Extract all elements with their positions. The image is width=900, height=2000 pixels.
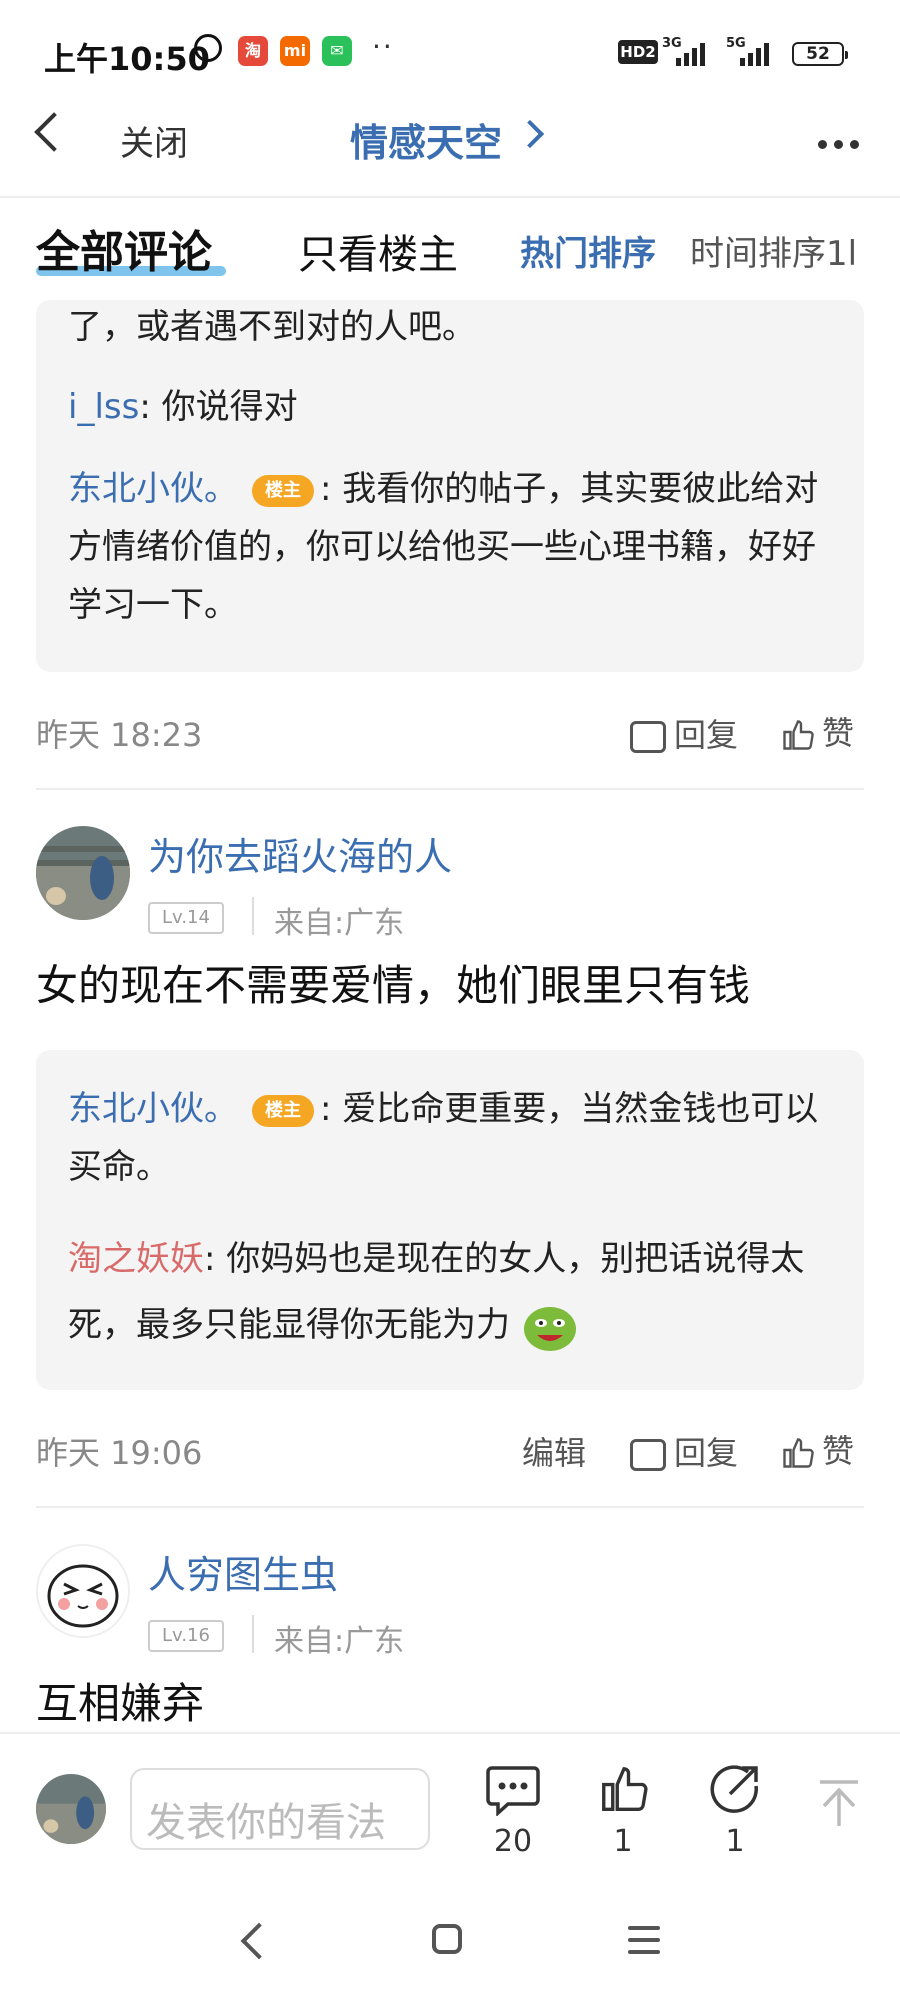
thumbs-up-icon: [783, 1438, 814, 1468]
chevron-right-icon: [515, 119, 545, 149]
back-icon[interactable]: [34, 112, 74, 152]
avatar-image: [38, 1546, 128, 1636]
level-badge: Lv.14: [148, 902, 224, 934]
avatar[interactable]: [36, 1544, 130, 1638]
more-options-icon[interactable]: [818, 134, 866, 153]
status-bar: 上午10:50 淘 mi ✉ ·· HD2 3G 5G 52: [0, 0, 900, 100]
system-home-icon[interactable]: [432, 1924, 462, 1954]
hd-voice-icon: HD2: [618, 40, 658, 64]
reply-item[interactable]: 东北小伙。 楼主: 我看你的帖子，其实要彼此给对方情绪价值的，你可以给他买一些心理…: [68, 460, 838, 634]
reply-item[interactable]: 淘之妖妖: 你妈妈也是现在的女人，别把话说得太死，最多只能显得你无能为力: [68, 1226, 848, 1358]
reply-box: 东北小伙。 楼主: 爱比命更重要，当然金钱也可以买命。 淘之妖妖: 你妈妈也是现在…: [36, 1050, 864, 1390]
close-button[interactable]: 关闭: [120, 116, 188, 165]
separator: [252, 1615, 254, 1653]
status-time: 上午10:50: [44, 40, 210, 78]
thumbs-up-icon: [783, 720, 814, 750]
comment-timestamp: 昨天 19:06: [36, 1434, 203, 1472]
reply-icon: [630, 1439, 666, 1471]
separator: [252, 897, 254, 935]
comment-icon[interactable]: [486, 1764, 540, 1816]
tab-all-comments[interactable]: 全部评论: [36, 216, 212, 280]
comment-count: 20: [493, 1824, 533, 1859]
comment-username[interactable]: 人穷图生虫: [148, 1544, 338, 1599]
comment-timestamp: 昨天 18:23: [36, 716, 203, 754]
like-button[interactable]: 赞: [780, 1426, 854, 1472]
location-label: 来自:广东: [274, 1624, 405, 1659]
like-count: 1: [613, 1824, 633, 1859]
reply-username[interactable]: 淘之妖妖: [68, 1239, 204, 1279]
back-to-top-icon[interactable]: [816, 1778, 862, 1828]
alarm-icon: [194, 34, 222, 62]
reply-username[interactable]: 东北小伙。: [68, 469, 238, 509]
reply-text: : 你说得对: [139, 387, 298, 427]
edit-button[interactable]: 编辑: [522, 1428, 586, 1474]
comment-text: 女的现在不需要爱情，她们眼里只有钱: [36, 961, 751, 1010]
xiaomi-app-icon: mi: [280, 36, 310, 66]
share-icon[interactable]: [708, 1762, 762, 1816]
comment-text: 互相嫌弃: [36, 1679, 205, 1728]
reply-item[interactable]: i_lss: 你说得对: [68, 378, 838, 436]
divider: [0, 1732, 900, 1734]
more-notifications-icon: ··: [372, 30, 394, 63]
op-badge: 楼主: [252, 1094, 314, 1127]
avatar-image: [36, 1774, 106, 1844]
divider: [36, 1506, 864, 1508]
system-recents-icon[interactable]: [628, 1926, 660, 1962]
signal-bars-icon: [740, 40, 778, 66]
reply-button[interactable]: 回复: [630, 1428, 738, 1474]
signal-bars-icon: [676, 40, 714, 66]
comment-username[interactable]: 为你去蹈火海的人: [148, 826, 452, 881]
reply-icon: [630, 721, 666, 753]
divider: [36, 788, 864, 790]
divider: [0, 196, 900, 198]
avatar-image: [36, 826, 130, 920]
comment-input-placeholder: 发表你的看法: [146, 1800, 386, 1846]
thumbs-up-icon[interactable]: [596, 1762, 652, 1816]
reply-item[interactable]: 东北小伙。 楼主: 爱比命更重要，当然金钱也可以买命。: [68, 1080, 838, 1196]
op-badge: 楼主: [252, 474, 314, 507]
reply-button[interactable]: 回复: [630, 710, 738, 756]
sort-hot-button[interactable]: 热门排序: [520, 226, 656, 275]
taobao-app-icon: 淘: [238, 36, 268, 66]
reply-box: 了，或者遇不到对的人吧。 i_lss: 你说得对 东北小伙。 楼主: 我看你的帖子…: [36, 300, 864, 672]
battery-icon: 52: [792, 42, 848, 66]
sort-time-button[interactable]: 时间排序1l: [690, 226, 866, 275]
location-label: 来自:广东: [274, 906, 405, 941]
forum-title-link[interactable]: 情感天空: [350, 112, 502, 167]
reply-username[interactable]: i_lss: [68, 387, 139, 427]
share-count: 1: [725, 1824, 745, 1859]
level-badge: Lv.16: [148, 1620, 224, 1652]
system-back-icon[interactable]: [240, 1922, 278, 1960]
reply-text-partial: 了，或者遇不到对的人吧。: [68, 307, 476, 347]
reply-username[interactable]: 东北小伙。: [68, 1089, 238, 1129]
like-button[interactable]: 赞: [780, 708, 854, 754]
emoji-sticker-icon: [523, 1306, 576, 1351]
tab-op-only[interactable]: 只看楼主: [298, 222, 458, 280]
wechat-app-icon: ✉: [322, 36, 352, 66]
my-avatar[interactable]: [36, 1774, 106, 1844]
avatar[interactable]: [36, 826, 130, 920]
